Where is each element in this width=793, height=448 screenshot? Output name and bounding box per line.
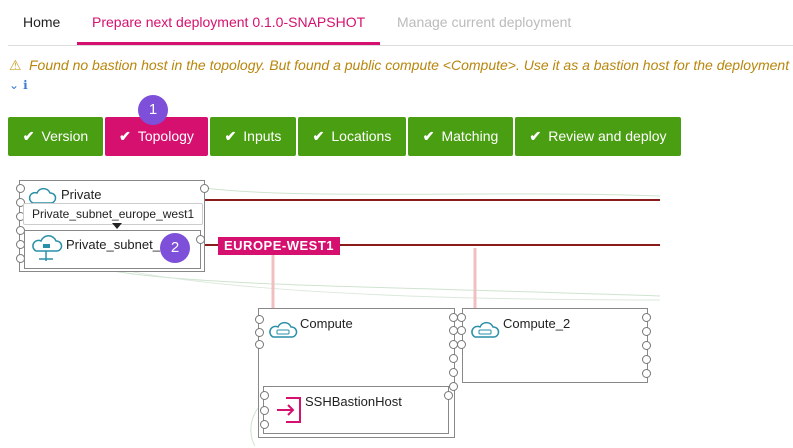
- port[interactable]: [642, 355, 651, 364]
- port[interactable]: [444, 391, 453, 400]
- step-label: Inputs: [243, 128, 282, 144]
- port[interactable]: [449, 368, 458, 377]
- bastion-warning: ⚠ Found no bastion host in the topology. …: [9, 57, 793, 74]
- compute-2-node[interactable]: Compute_2: [462, 308, 648, 383]
- info-icon[interactable]: ℹ: [23, 78, 28, 92]
- check-icon: ✔: [422, 128, 435, 144]
- step-matching[interactable]: ✔ Matching: [408, 117, 513, 156]
- server-cloud-icon: [269, 321, 298, 338]
- tour-badge-1: 1: [138, 95, 168, 125]
- step-review-deploy[interactable]: ✔ Review and deploy: [515, 117, 681, 156]
- ssh-bastion-node[interactable]: SSHBastionHost: [263, 386, 449, 434]
- step-version[interactable]: ✔ Version: [8, 117, 103, 156]
- step-label: Matching: [441, 128, 499, 144]
- step-label: Version: [41, 128, 89, 144]
- warning-text: Found no bastion host in the topology. B…: [29, 57, 790, 73]
- server-cloud-icon: [471, 321, 500, 338]
- port[interactable]: [260, 406, 269, 415]
- port[interactable]: [255, 315, 264, 324]
- subnet-label: Private_subnet_: [66, 237, 160, 252]
- top-tabs: Home Prepare next deployment 0.1.0-SNAPS…: [8, 0, 793, 46]
- check-icon: ✔: [224, 128, 237, 144]
- port[interactable]: [255, 328, 264, 337]
- tour-badge-2: 2: [160, 233, 190, 263]
- port[interactable]: [255, 340, 264, 349]
- port[interactable]: [449, 354, 458, 363]
- step-label: Locations: [331, 128, 392, 144]
- bastion-label: SSHBastionHost: [305, 394, 402, 409]
- step-label: Topology: [137, 128, 194, 144]
- warning-triangle-icon: ⚠: [9, 57, 22, 73]
- port[interactable]: [642, 313, 651, 322]
- port[interactable]: [457, 313, 466, 322]
- subnet-tooltip: Private_subnet_europe_west1: [23, 203, 204, 225]
- topology-canvas[interactable]: Private Private_subnet_ Private_subnet_e…: [0, 160, 793, 448]
- expand-chevron-icon[interactable]: ⌄: [9, 78, 19, 92]
- port[interactable]: [642, 341, 651, 350]
- tab-prepare-deployment[interactable]: Prepare next deployment 0.1.0-SNAPSHOT: [77, 0, 381, 45]
- step-inputs[interactable]: ✔ Inputs: [210, 117, 296, 156]
- private-network-label: Private: [61, 187, 102, 202]
- port[interactable]: [642, 369, 651, 378]
- port[interactable]: [457, 326, 466, 335]
- check-icon: ✔: [312, 128, 325, 144]
- network-tag: EUROPE-WEST1: [218, 237, 341, 255]
- login-icon: [277, 397, 301, 423]
- port[interactable]: [200, 184, 209, 193]
- port[interactable]: [260, 420, 269, 429]
- step-label: Review and deploy: [548, 128, 667, 144]
- port[interactable]: [196, 235, 205, 244]
- port[interactable]: [260, 391, 269, 400]
- warning-actions: ⌄ ℹ: [9, 78, 32, 92]
- tab-home[interactable]: Home: [8, 0, 75, 44]
- port[interactable]: [449, 382, 458, 391]
- port[interactable]: [457, 340, 466, 349]
- step-locations[interactable]: ✔ Locations: [298, 117, 406, 156]
- compute-label: Compute: [300, 316, 353, 331]
- tab-manage-deployment[interactable]: Manage current deployment: [382, 0, 586, 44]
- tooltip-arrow-icon: [112, 223, 122, 229]
- port[interactable]: [16, 184, 25, 193]
- network-cloud-icon: [32, 235, 63, 261]
- compute-2-label: Compute_2: [503, 316, 571, 331]
- port[interactable]: [642, 327, 651, 336]
- check-icon: ✔: [119, 128, 131, 144]
- check-icon: ✔: [22, 128, 35, 144]
- check-icon: ✔: [529, 128, 542, 144]
